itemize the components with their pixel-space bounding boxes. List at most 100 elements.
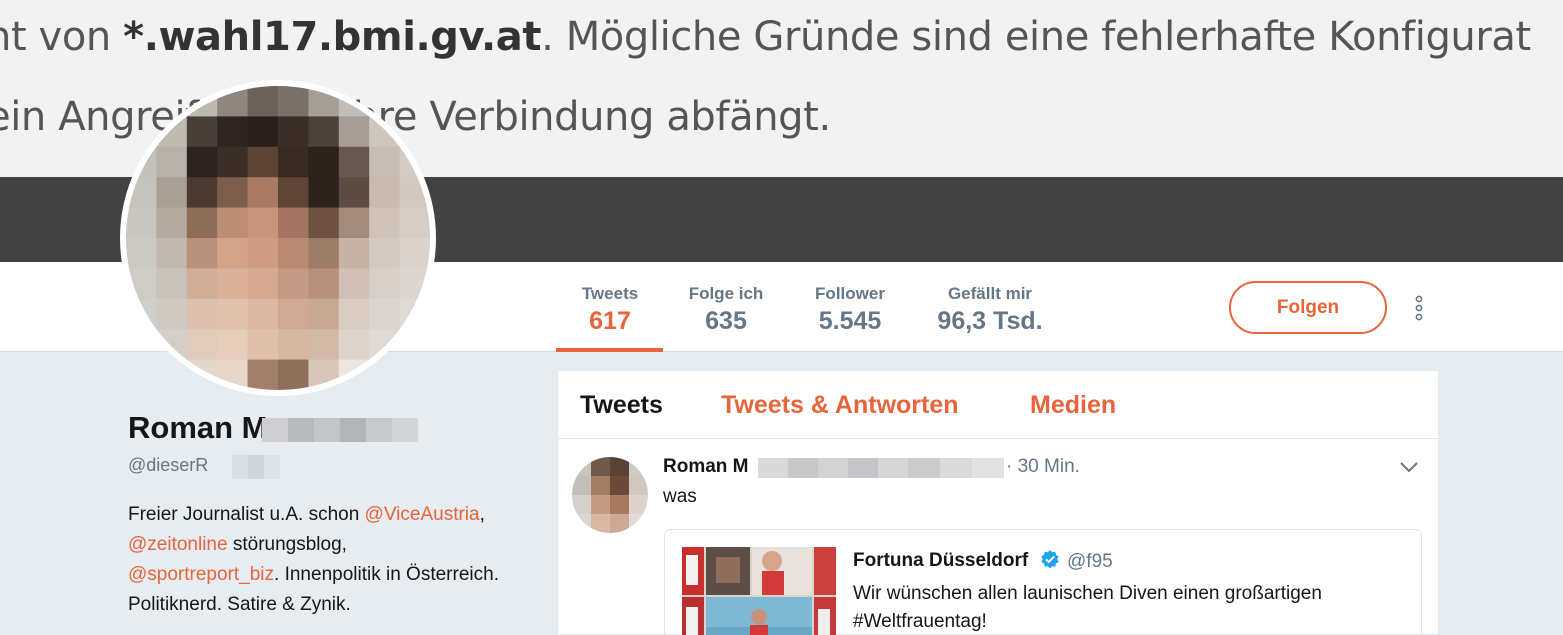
tweet-avatar[interactable] bbox=[572, 457, 648, 533]
stat-likes[interactable]: Gefällt mir 96,3 Tsd. bbox=[922, 284, 1058, 336]
stat-value: 617 bbox=[589, 307, 631, 335]
profile-handle[interactable]: @dieserR bbox=[128, 455, 208, 476]
tweet-timestamp[interactable]: · 30 Min. bbox=[1006, 456, 1080, 478]
avatar-pixel bbox=[308, 207, 340, 239]
avatar-pixel bbox=[338, 329, 370, 361]
avatar-pixel bbox=[338, 298, 370, 330]
avatar-pixel bbox=[217, 359, 249, 390]
avatar-pixel bbox=[247, 207, 279, 239]
verified-badge-icon bbox=[1041, 550, 1059, 569]
stat-label: Gefällt mir bbox=[947, 284, 1033, 303]
avatar-pixel bbox=[186, 359, 218, 390]
avatar-pixel bbox=[247, 86, 279, 117]
quoted-tweet[interactable]: Fortuna Düsseldorf @f95 Wir wünschen all… bbox=[664, 529, 1422, 635]
stat-value: 635 bbox=[705, 307, 747, 335]
pixelated-avatar-icon bbox=[572, 457, 648, 533]
quoted-author-name[interactable]: Fortuna Düsseldorf bbox=[853, 550, 1028, 572]
warning-text-line-1: nt von *.wahl17.bmi.gv.at. Mögliche Grün… bbox=[0, 14, 1531, 60]
avatar-pixel bbox=[369, 298, 401, 330]
mention-link[interactable]: @zeitonline bbox=[128, 534, 228, 555]
avatar-pixel bbox=[338, 359, 370, 390]
avatar-pixel bbox=[247, 268, 279, 300]
handle-redaction bbox=[232, 455, 280, 479]
avatar-pixel bbox=[399, 207, 430, 239]
timeline: Tweets Tweets & Antworten Medien Roman M… bbox=[557, 370, 1439, 635]
avatar-pixel bbox=[217, 177, 249, 209]
stat-value: 5.545 bbox=[818, 307, 882, 335]
avatar-pixel bbox=[247, 238, 279, 269]
stat-following[interactable]: Folge ich 635 bbox=[676, 284, 776, 336]
avatar-pixel bbox=[217, 329, 249, 361]
avatar-pixel bbox=[308, 359, 340, 390]
avatar-pixel bbox=[399, 177, 430, 209]
avatar-pixel bbox=[308, 298, 340, 330]
avatar-pixel bbox=[369, 207, 401, 239]
avatar-pixel bbox=[126, 238, 157, 269]
avatar-pixel bbox=[369, 177, 401, 209]
profile-bio: Freier Journalist u.A. schon @ViceAustri… bbox=[128, 504, 499, 615]
tab-tweets[interactable]: Tweets bbox=[580, 391, 663, 420]
avatar-pixel bbox=[156, 359, 188, 390]
more-options-icon[interactable] bbox=[1409, 294, 1429, 322]
avatar-pixel bbox=[217, 298, 249, 330]
mention-link[interactable]: @ViceAustria bbox=[365, 504, 480, 525]
avatar-pixel bbox=[308, 268, 340, 300]
avatar-pixel bbox=[247, 177, 279, 209]
avatar-pixel bbox=[126, 268, 157, 300]
avatar-pixel bbox=[186, 116, 218, 148]
avatar-pixel bbox=[308, 146, 340, 178]
avatar-pixel bbox=[217, 146, 249, 178]
tab-tweets-and-replies[interactable]: Tweets & Antworten bbox=[721, 391, 959, 420]
avatar-pixel bbox=[217, 207, 249, 239]
avatar-pixel bbox=[186, 329, 218, 361]
avatar-pixel bbox=[278, 238, 309, 269]
warning-host: *.wahl17.bmi.gv.at bbox=[123, 14, 542, 60]
avatar-pixel bbox=[338, 238, 370, 269]
avatar-pixel bbox=[217, 116, 249, 148]
avatar-pixel bbox=[278, 146, 309, 178]
avatar-pixel bbox=[156, 146, 188, 178]
avatar-pixel bbox=[278, 359, 309, 390]
avatar-pixel bbox=[278, 298, 309, 330]
avatar-pixel bbox=[156, 238, 188, 269]
avatar-pixel bbox=[308, 86, 340, 117]
avatar-pixel bbox=[338, 146, 370, 178]
avatar-pixel bbox=[247, 116, 279, 148]
avatar-pixel bbox=[338, 116, 370, 148]
follow-button[interactable]: Folgen bbox=[1229, 281, 1387, 334]
avatar-pixel bbox=[308, 116, 340, 148]
avatar-pixel bbox=[217, 268, 249, 300]
tab-media[interactable]: Medien bbox=[1030, 391, 1116, 420]
stat-tweets[interactable]: Tweets 617 bbox=[557, 284, 663, 336]
tweet[interactable]: Roman M · 30 Min. was Fortuna Düsseldorf… bbox=[558, 439, 1438, 635]
avatar-pixel bbox=[308, 329, 340, 361]
mention-link[interactable]: @sportreport_biz bbox=[128, 564, 274, 585]
avatar-pixel bbox=[217, 238, 249, 269]
avatar-pixel bbox=[369, 268, 401, 300]
tweet-text: was bbox=[663, 486, 697, 507]
avatar-pixel bbox=[186, 207, 218, 239]
avatar-pixel bbox=[186, 268, 218, 300]
avatar-pixel bbox=[186, 298, 218, 330]
tweet-author-name[interactable]: Roman M bbox=[663, 456, 749, 478]
avatar-pixel bbox=[278, 116, 309, 148]
quoted-tweet-text: Wir wünschen allen launischen Diven eine… bbox=[853, 583, 1322, 632]
avatar-pixel bbox=[278, 268, 309, 300]
name-redaction bbox=[262, 418, 418, 442]
avatar-pixel bbox=[278, 86, 309, 117]
avatar-pixel bbox=[308, 238, 340, 269]
avatar-pixel bbox=[399, 268, 430, 300]
stat-label: Follower bbox=[815, 284, 885, 303]
profile-avatar[interactable] bbox=[120, 80, 436, 396]
avatar-pixel bbox=[278, 177, 309, 209]
timeline-tabs: Tweets Tweets & Antworten Medien bbox=[558, 371, 1438, 439]
avatar-pixel bbox=[156, 268, 188, 300]
avatar-pixel bbox=[369, 359, 401, 390]
quoted-tweet-media[interactable] bbox=[682, 547, 836, 635]
avatar-pixel bbox=[369, 146, 401, 178]
avatar-pixel bbox=[186, 146, 218, 178]
stat-followers[interactable]: Follower 5.545 bbox=[802, 284, 898, 336]
profile-name: Roman M bbox=[128, 410, 268, 445]
quoted-author-handle[interactable]: @f95 bbox=[1067, 551, 1113, 573]
chevron-down-icon[interactable] bbox=[1398, 459, 1420, 475]
